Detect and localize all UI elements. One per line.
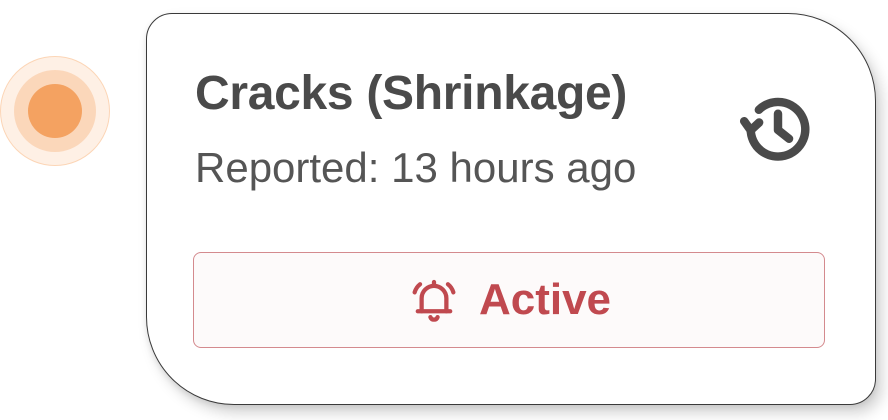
- status-label: Active: [478, 275, 612, 324]
- reported-time: Reported: 13 hours ago: [195, 144, 637, 191]
- incident-card[interactable]: Cracks (Shrinkage) Reported: 13 hours ag…: [146, 13, 876, 405]
- alarm-bell-icon: [407, 273, 461, 327]
- status-active-button[interactable]: Active: [193, 252, 825, 348]
- incident-widget: Cracks (Shrinkage) Reported: 13 hours ag…: [0, 0, 888, 420]
- incident-title: Cracks (Shrinkage): [195, 67, 628, 120]
- history-icon[interactable]: [739, 90, 817, 168]
- status-marker-dot[interactable]: [28, 84, 82, 138]
